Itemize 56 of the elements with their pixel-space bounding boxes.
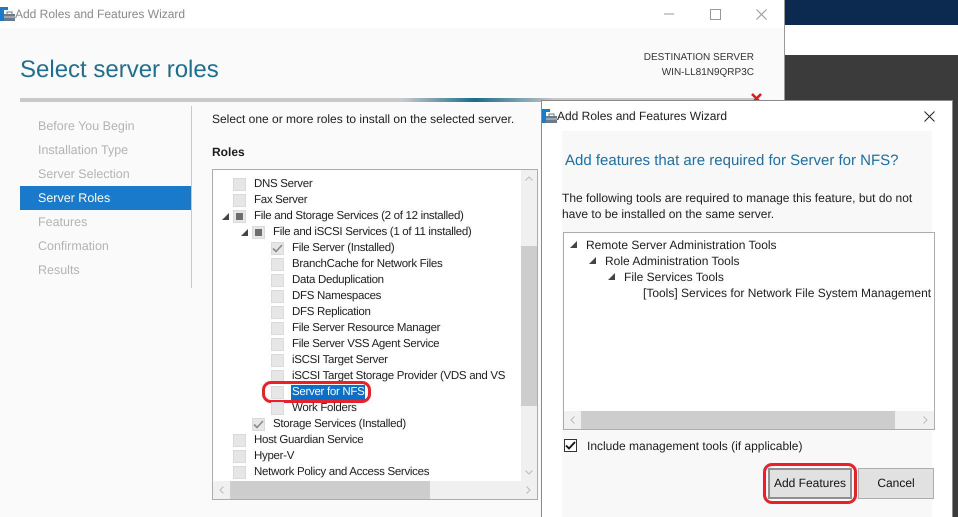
expand-arrow-icon[interactable] <box>222 212 228 220</box>
scroll-left-icon[interactable] <box>570 416 575 424</box>
scroll-up-icon[interactable] <box>525 176 533 181</box>
tree-item[interactable]: Hyper-V <box>253 448 296 464</box>
tree-item[interactable]: DFS Replication <box>291 304 372 320</box>
destination-label: DESTINATION SERVER <box>644 51 754 65</box>
wizard-icon <box>542 109 557 123</box>
tree-item[interactable]: Storage Services (Installed) <box>272 416 407 432</box>
tree-item[interactable]: DFS Namespaces <box>291 288 382 304</box>
expand-arrow-icon[interactable] <box>240 228 248 236</box>
scroll-left-icon[interactable] <box>219 486 224 494</box>
tree-item[interactable]: File and Storage Services (2 of 12 installed) <box>253 208 465 224</box>
tree-item[interactable]: Role Administration Tools <box>605 252 740 270</box>
tree-item[interactable]: Host Guardian Service <box>253 432 364 448</box>
dialog-heading: Add features that are required for Server for NFS? <box>565 151 900 171</box>
destination-server: WIN-LL81N9QRP3C <box>662 66 754 80</box>
page-title: Select server roles <box>20 55 219 85</box>
add-features-button[interactable]: Add Features <box>768 468 852 498</box>
scrollbar-thumb[interactable] <box>581 410 895 428</box>
cancel-button[interactable]: Cancel <box>858 468 934 498</box>
roles-heading: Roles <box>212 144 246 161</box>
wizard-icon <box>0 7 15 21</box>
tree-item[interactable]: BranchCache for Network Files <box>291 256 444 272</box>
instruction-text: Select one or more roles to install on the selected server. <box>212 111 516 128</box>
tree-item[interactable]: Work Folders <box>291 400 358 416</box>
tree-item[interactable]: Remote Server Administration Tools <box>586 236 777 254</box>
step-item[interactable]: Server Roles <box>20 186 191 210</box>
checkbox-label[interactable]: Include management tools (if applicable) <box>587 436 802 454</box>
description-text: The following tools are required to manage this feature, but do not have to be installed on the same server. <box>562 190 914 222</box>
tree-item[interactable]: File and iSCSI Services (1 of 11 installed) <box>272 224 472 240</box>
vertical-scrollbar[interactable] <box>521 170 537 481</box>
scroll-right-icon[interactable] <box>526 486 531 494</box>
scrollbar-thumb[interactable] <box>230 481 430 499</box>
expand-arrow-icon[interactable] <box>608 273 615 280</box>
tree-item[interactable]: [Tools] Services for Network File System Management <box>643 284 932 302</box>
expand-arrow-icon[interactable] <box>570 241 577 248</box>
tree-item[interactable]: iSCSI Target Server <box>291 352 389 368</box>
tree-item[interactable]: DNS Server <box>253 176 314 192</box>
scroll-down-icon[interactable] <box>525 470 533 475</box>
expand-arrow-icon[interactable] <box>589 257 596 264</box>
tree-item[interactable]: File Server Resource Manager <box>291 320 442 336</box>
tree-item[interactable]: iSCSI Target Storage Provider (VDS and VS <box>291 368 506 384</box>
scrollbar-thumb[interactable] <box>521 246 537 406</box>
tree-item[interactable]: File Server VSS Agent Service <box>291 336 440 352</box>
dialog-title: Add Roles and Features Wizard <box>557 108 728 125</box>
tree-item[interactable]: File Server (Installed) <box>291 240 396 256</box>
horizontal-scrollbar[interactable] <box>213 481 537 499</box>
tree-item[interactable]: Fax Server <box>253 192 308 208</box>
tree-item[interactable]: Network Policy and Access Services <box>253 464 430 480</box>
horizontal-scrollbar[interactable] <box>564 410 934 428</box>
tree-item[interactable]: File Services Tools <box>624 268 724 286</box>
tree-item[interactable]: Server for NFS <box>291 384 366 400</box>
scroll-right-icon[interactable] <box>923 416 928 424</box>
tree-item[interactable]: Data Deduplication <box>291 272 385 288</box>
window-title: Add Roles and Features Wizard <box>15 6 186 23</box>
checkbox[interactable] <box>564 439 577 452</box>
